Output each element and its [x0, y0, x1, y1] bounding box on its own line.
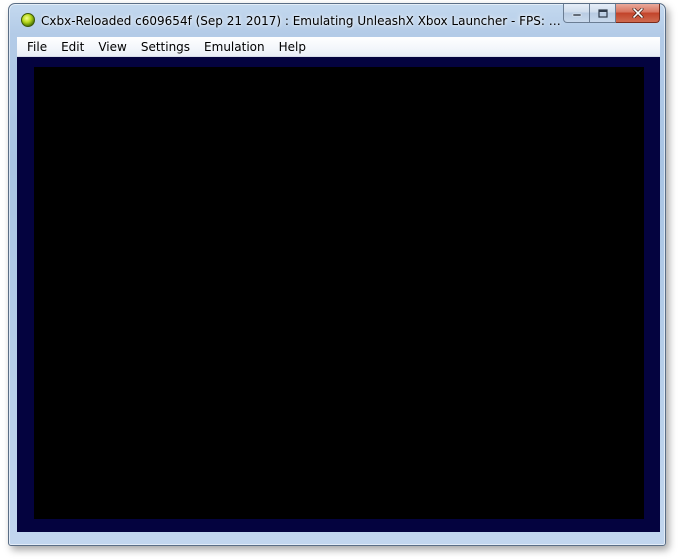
caption-buttons [563, 4, 660, 24]
menu-file[interactable]: File [17, 37, 54, 57]
window-title: Cxbx-Reloaded c609654f (Sep 21 2017) : E… [41, 14, 561, 28]
title-bar[interactable]: Cxbx-Reloaded c609654f (Sep 21 2017) : E… [9, 4, 665, 36]
menu-bar: File Edit View Settings Emulation Help [17, 37, 660, 57]
app-icon[interactable] [21, 13, 35, 27]
menu-help[interactable]: Help [272, 37, 313, 57]
menu-view[interactable]: View [91, 37, 133, 57]
minimize-button[interactable] [563, 4, 590, 23]
maximize-icon [597, 8, 608, 18]
menu-edit[interactable]: Edit [54, 37, 91, 57]
close-button[interactable] [616, 4, 660, 23]
menu-emulation[interactable]: Emulation [197, 37, 272, 57]
minimize-icon [572, 13, 581, 17]
emulator-window: Cxbx-Reloaded c609654f (Sep 21 2017) : E… [8, 3, 666, 546]
render-surface[interactable] [34, 67, 644, 519]
menu-settings[interactable]: Settings [134, 37, 197, 57]
close-icon [632, 8, 643, 18]
client-area[interactable] [17, 57, 660, 532]
maximize-button[interactable] [590, 4, 616, 23]
